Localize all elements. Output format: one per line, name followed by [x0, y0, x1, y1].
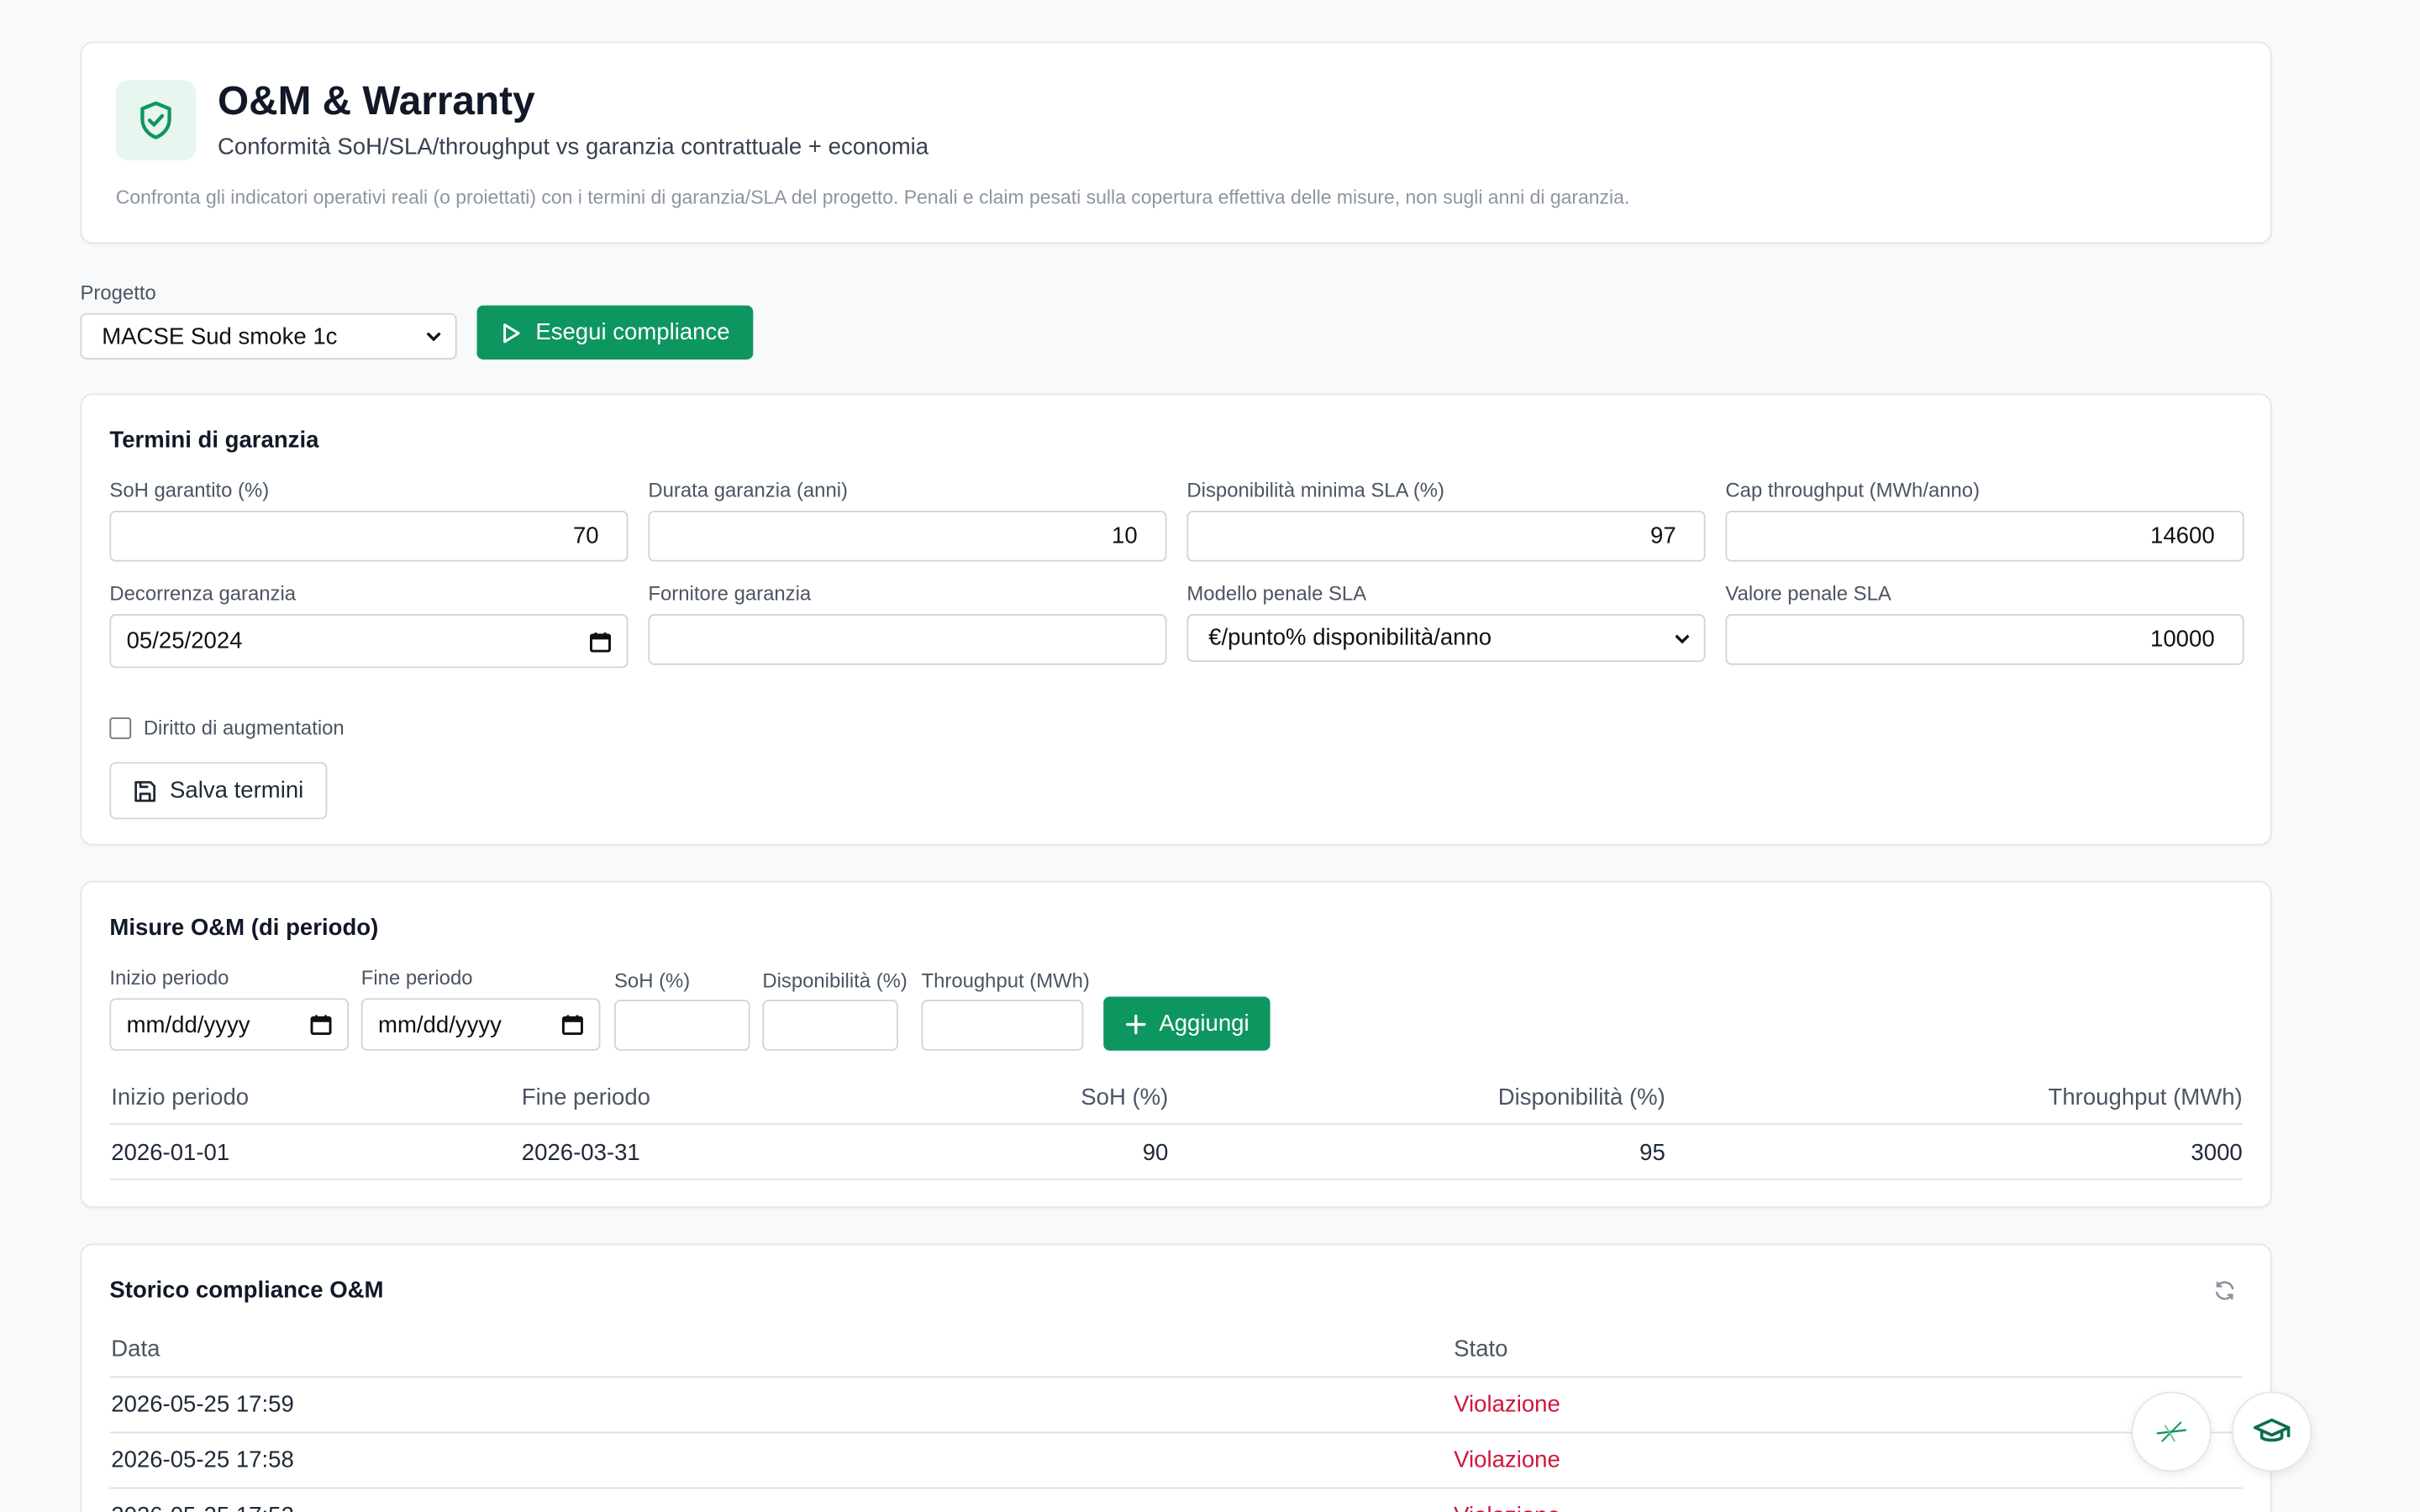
cell-date: 2026-05-25 17:59: [111, 1391, 294, 1418]
page: O&M & Warranty Conformità SoH/SLA/throug…: [0, 0, 2420, 1512]
throughput-cap-input[interactable]: 14600: [1725, 510, 2244, 562]
status-badge: Violazione: [1454, 1503, 1560, 1512]
penalty-model-select[interactable]: €/punto% disponibilità/anno: [1186, 614, 1706, 662]
cell-start: 2026-01-01: [111, 1140, 230, 1167]
soh-guaranteed-input[interactable]: 70: [109, 510, 629, 562]
run-compliance-button[interactable]: Esegui compliance: [476, 305, 754, 360]
calendar-icon[interactable]: [310, 1014, 332, 1036]
page-subtitle: Conformità SoH/SLA/throughput vs garanzi…: [217, 134, 929, 161]
calendar-icon[interactable]: [561, 1014, 584, 1036]
table-divider: [109, 1431, 2243, 1434]
col-end: Fine periodo: [521, 1084, 650, 1111]
col-soh: SoH (%): [1081, 1084, 1169, 1111]
measure-availability-label: Disponibilità (%): [762, 969, 908, 992]
calendar-icon[interactable]: [589, 630, 612, 652]
warranty-duration-input[interactable]: 10: [648, 510, 1167, 562]
chevron-down-icon: [1675, 633, 1690, 643]
project-label: Progetto: [80, 281, 156, 304]
penalty-value-input[interactable]: 10000: [1725, 614, 2244, 665]
compliance-history-card: Storico compliance O&M Data Stato 2026-0…: [80, 1243, 2272, 1512]
warranty-duration-label: Durata garanzia (anni): [648, 478, 849, 501]
augmentation-checkbox[interactable]: [109, 717, 132, 739]
penalty-model-value: €/punto% disponibilità/anno: [1208, 624, 1492, 652]
warranty-supplier-label: Fornitore garanzia: [648, 581, 812, 605]
measure-soh-input[interactable]: [614, 1000, 750, 1051]
plus-icon: [1126, 1013, 1146, 1034]
table-divider: [109, 1179, 2243, 1181]
graduation-cap-icon: [2253, 1418, 2291, 1442]
chevron-down-icon: [426, 332, 441, 342]
col-availability: Disponibilità (%): [1497, 1084, 1665, 1111]
page-description: Confronta gli indicatori operativi reali…: [115, 186, 1630, 208]
col-status: Stato: [1454, 1336, 1508, 1362]
project-select[interactable]: MACSE Sud smoke 1c: [80, 312, 457, 360]
throughput-cap-value: 14600: [2150, 522, 2215, 549]
sla-availability-label: Disponibilità minima SLA (%): [1186, 478, 1444, 501]
leaf-icon: [2156, 1421, 2186, 1442]
cell-soh: 90: [1142, 1140, 1169, 1167]
warranty-terms-card: Termini di garanzia SoH garantito (%) 70…: [80, 393, 2272, 846]
table-divider: [109, 1123, 2243, 1125]
save-terms-button[interactable]: Salva termini: [109, 762, 328, 820]
shield-check-icon: [115, 80, 197, 161]
add-measure-button[interactable]: Aggiungi: [1103, 996, 1270, 1051]
augmentation-label: Diritto di augmentation: [143, 716, 345, 739]
col-date: Data: [111, 1336, 160, 1362]
measure-end-placeholder: mm/dd/yyyy: [377, 1011, 502, 1038]
measure-start-placeholder: mm/dd/yyyy: [126, 1011, 250, 1038]
assistant-fab[interactable]: [2131, 1391, 2212, 1473]
project-select-value: MACSE Sud smoke 1c: [102, 323, 338, 350]
header-card: O&M & Warranty Conformità SoH/SLA/throug…: [80, 41, 2272, 244]
cell-end: 2026-03-31: [521, 1140, 640, 1167]
refresh-icon[interactable]: [2213, 1279, 2237, 1303]
sla-availability-input[interactable]: 97: [1186, 510, 1706, 562]
warranty-supplier-input[interactable]: [648, 614, 1167, 665]
page-title: O&M & Warranty: [217, 76, 535, 123]
table-divider: [109, 1487, 2243, 1489]
measure-start-date-input[interactable]: mm/dd/yyyy: [109, 998, 350, 1051]
save-terms-label: Salva termini: [170, 777, 304, 804]
save-icon: [134, 780, 156, 801]
status-badge: Violazione: [1454, 1391, 1560, 1418]
measure-soh-label: SoH (%): [614, 969, 691, 992]
measure-start-label: Inizio periodo: [109, 965, 229, 990]
col-throughput: Throughput (MWh): [2048, 1084, 2243, 1111]
penalty-value-text: 10000: [2150, 626, 2215, 653]
compliance-history-title: Storico compliance O&M: [109, 1277, 384, 1305]
table-divider: [109, 1376, 2243, 1378]
measure-end-date-input[interactable]: mm/dd/yyyy: [360, 998, 601, 1051]
soh-guaranteed-value: 70: [572, 522, 599, 549]
sla-availability-value: 97: [1650, 522, 1676, 549]
penalty-value-label: Valore penale SLA: [1725, 581, 1891, 605]
cell-throughput: 3000: [2191, 1140, 2243, 1167]
measure-end-label: Fine periodo: [360, 965, 473, 990]
measure-throughput-label: Throughput (MWh): [921, 969, 1090, 992]
warranty-start-label: Decorrenza garanzia: [109, 581, 297, 605]
warranty-start-date-input[interactable]: 05/25/2024: [109, 614, 629, 669]
col-start: Inizio periodo: [111, 1084, 250, 1111]
throughput-cap-label: Cap throughput (MWh/anno): [1725, 478, 1981, 501]
measure-availability-input[interactable]: [762, 1000, 898, 1051]
om-measures-card: Misure O&M (di periodo) Inizio periodo m…: [80, 880, 2272, 1209]
warranty-duration-value: 10: [1111, 522, 1138, 549]
cell-date: 2026-05-25 17:58: [111, 1446, 294, 1474]
play-icon: [503, 323, 520, 343]
penalty-model-label: Modello penale SLA: [1186, 581, 1367, 605]
om-measures-title: Misure O&M (di periodo): [109, 915, 379, 942]
run-compliance-label: Esegui compliance: [535, 319, 730, 346]
learning-fab[interactable]: [2231, 1391, 2312, 1473]
cell-availability: 95: [1639, 1140, 1665, 1167]
warranty-terms-title: Termini di garanzia: [109, 427, 319, 454]
measure-throughput-input[interactable]: [921, 1000, 1084, 1051]
cell-date: 2026-05-25 17:52: [111, 1503, 294, 1512]
status-badge: Violazione: [1454, 1446, 1560, 1474]
soh-guaranteed-label: SoH garantito (%): [109, 478, 270, 501]
warranty-start-value: 05/25/2024: [126, 627, 243, 654]
add-measure-label: Aggiungi: [1159, 1011, 1249, 1037]
